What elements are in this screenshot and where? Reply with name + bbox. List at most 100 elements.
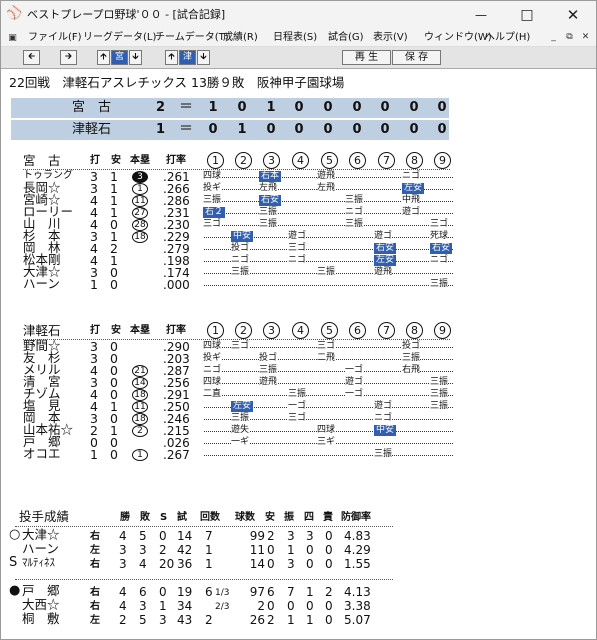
pitcher-k: 0 [287, 599, 295, 613]
result-dotted-line [204, 383, 453, 384]
game-info: 22回戦 津軽石アスレチックス 13勝９敗 阪神甲子園球場 [9, 75, 345, 90]
pitching-header: 試 [177, 512, 187, 523]
document-icon[interactable]: ▣ [6, 32, 19, 45]
pitcher-ip: 2 [205, 613, 213, 627]
at-bat-result: 三振 [288, 389, 307, 400]
linescore-runs: 2 [156, 100, 166, 115]
at-bat-result: 左安 [402, 183, 425, 194]
player-hr-count: 18 [132, 389, 148, 401]
away-team-button[interactable]: 津 [179, 50, 196, 65]
player-ab: 1 [90, 277, 98, 292]
linescore-inning: 0 [266, 122, 276, 137]
at-bat-result: 遊ゴ [345, 377, 364, 388]
menu-item[interactable]: 日程表(S) [273, 29, 317, 47]
home-down-button[interactable]: 🡳 [129, 50, 142, 65]
pitcher-g: 14 [177, 529, 193, 543]
at-bat-result: 三振 [231, 267, 250, 278]
at-bat-result: 四球 [317, 425, 336, 436]
pitcher-bb: 0 [306, 599, 314, 613]
pitcher-mark: ● [9, 583, 21, 598]
menu-item[interactable]: ヘルプ(H) [485, 29, 530, 47]
inning-header-9: 9 [434, 322, 451, 339]
header-avg: 打率 [166, 325, 186, 336]
at-bat-result: ニゴ [203, 365, 222, 376]
at-bat-result: 一ギ [231, 437, 250, 448]
menu-item[interactable]: リーグデータ(L) [83, 29, 156, 47]
menu-item[interactable]: 試合(G) [328, 29, 364, 47]
home-up-button[interactable]: 🡱 [97, 50, 110, 65]
inning-header-8: 8 [406, 152, 423, 169]
pitcher-h: 2 [267, 613, 275, 627]
away-up-button[interactable]: 🡱 [165, 50, 178, 65]
pitching-header: 球数 [235, 512, 255, 523]
away-down-button[interactable]: 🡳 [197, 50, 210, 65]
minimize-icon[interactable]: — [458, 1, 504, 29]
player-name: オコエ [23, 446, 61, 461]
at-bat-result: 右飛 [402, 365, 421, 376]
linescore-inning: 0 [409, 100, 419, 115]
inning-header-4: 4 [292, 322, 309, 339]
pitching-header: 四 [304, 512, 314, 523]
linescore-inning: 0 [437, 100, 447, 115]
menu-item[interactable]: ファイル(F) [28, 29, 82, 47]
at-bat-result: 三振 [374, 449, 393, 460]
at-bat-result: ニゴ [288, 255, 307, 266]
close-icon[interactable]: ✕ [550, 1, 596, 29]
pitcher-g: 43 [177, 613, 193, 627]
next-arrow-button[interactable]: 🡲 [60, 50, 77, 65]
team-name: 津軽石 [23, 323, 61, 338]
home-team-button[interactable]: 宮 [111, 50, 128, 65]
player-hr-count: 2 [132, 425, 148, 437]
equals-sign: ＝ [179, 121, 193, 137]
pitcher-w: 4 [119, 529, 127, 543]
mdi-close-icon[interactable]: ✕ [579, 31, 592, 44]
menu-item[interactable]: ウィンドウ(W) [424, 29, 492, 47]
save-button[interactable]: 保 存 [392, 50, 441, 65]
at-bat-result: 投ゴ [259, 353, 278, 364]
player-ab: 1 [90, 447, 98, 462]
at-bat-result: 三ゴ [288, 243, 307, 254]
at-bat-result: 右本 [259, 171, 282, 182]
pitcher-hand: 右 [90, 559, 100, 570]
at-bat-result: 三振 [430, 401, 449, 412]
pitcher-er: 0 [325, 599, 333, 613]
linescore-inning: 0 [323, 100, 333, 115]
inning-header-9: 9 [434, 152, 451, 169]
header-hits: 安 [111, 155, 121, 166]
at-bat-result: 中安 [374, 425, 397, 436]
prev-arrow-button[interactable]: 🡰 [23, 50, 40, 65]
at-bat-result: 三ゴ [231, 341, 250, 352]
inning-header-1: 1 [207, 322, 224, 339]
pitcher-ip: 1 [205, 543, 213, 557]
linescore-inning: 0 [294, 122, 304, 137]
maximize-icon[interactable]: □ [504, 1, 550, 29]
at-bat-result: 三振 [402, 353, 421, 364]
at-bat-result: 一ゴ [345, 389, 364, 400]
player-hits: 0 [110, 447, 118, 462]
header-hr: 本塁 [130, 325, 150, 336]
linescore-row: 津軽石 1 ＝ 0 1 0 0 0 0 0 0 0 [11, 120, 449, 140]
player-hr-count: 27 [132, 207, 148, 219]
mdi-minimize-icon[interactable]: _ [547, 31, 560, 44]
linescore-inning: 0 [208, 122, 218, 137]
at-bat-result: 遊ゴ [374, 401, 393, 412]
at-bat-result: 三振 [430, 377, 449, 388]
pitcher-name: ハーン [22, 541, 59, 556]
menu-item[interactable]: 成績(R) [223, 29, 258, 47]
play-button[interactable]: 再 生 [342, 50, 391, 65]
menu-item[interactable]: チームデータ(T) [155, 29, 229, 47]
linescore-inning: 0 [409, 122, 419, 137]
pitcher-mark: S [9, 555, 18, 570]
pitcher-era: 1.55 [344, 557, 371, 571]
player-avg: .267 [163, 448, 190, 462]
at-bat-result: 三ゴ [317, 341, 336, 352]
pitcher-ip: 6 [205, 585, 213, 599]
mdi-restore-icon[interactable]: ⧉ [563, 31, 576, 44]
player-hits: 0 [110, 277, 118, 292]
header-avg: 打率 [166, 155, 186, 166]
pitching-header: 敗 [140, 512, 150, 523]
menu-item[interactable]: 表示(V) [373, 29, 408, 47]
pitcher-hand: 左 [90, 615, 100, 626]
app-window: ⚾ ベストプレープロ野球'００ - [試合記録] — □ ✕ ▣ ファイル(F)… [0, 0, 597, 640]
pitching-header: 安 [265, 512, 275, 523]
